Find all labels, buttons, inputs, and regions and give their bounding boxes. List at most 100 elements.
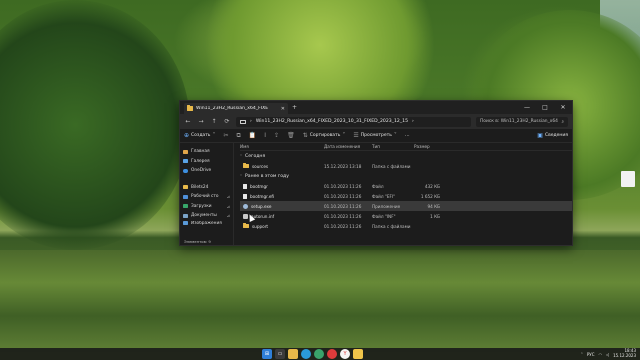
yandex-icon[interactable]: Y: [340, 349, 350, 359]
address-bar-row: ← → ↑ ⟳ › Win11_23H2_Russian_x64_FIXED_2…: [180, 114, 572, 129]
sidebar-item-label: Загрузки: [191, 203, 212, 209]
sidebar-item-documents[interactable]: Документы ⊿: [180, 211, 233, 221]
path-chevron-icon[interactable]: ›: [412, 119, 414, 124]
chevron-down-icon: ˅: [342, 131, 346, 139]
more-options-button[interactable]: ···: [405, 133, 410, 139]
group-header-earlier[interactable]: ˅ Ранее в этом году: [240, 172, 572, 181]
column-header-row: Имя Дата изменения Тип Размер: [240, 143, 572, 151]
file-type: Папка с файлами: [372, 163, 411, 169]
sidebar-item-label: Bilets24: [191, 184, 209, 190]
clock[interactable]: 18:43 15.12.2023: [613, 349, 636, 358]
file-row[interactable]: sources 15.12.2023 13:18 Папка с файлами: [240, 161, 572, 171]
copy-icon[interactable]: ⧉: [237, 132, 241, 139]
network-icon[interactable]: ◠: [599, 352, 603, 357]
paste-icon[interactable]: 📋: [249, 132, 256, 139]
up-button[interactable]: ↑: [210, 118, 218, 125]
sidebar-item-pictures[interactable]: Изображения: [180, 221, 233, 226]
sidebar-item-onedrive[interactable]: OneDrive: [180, 166, 233, 176]
explorer-icon[interactable]: [288, 349, 298, 359]
chat-icon[interactable]: [314, 349, 324, 359]
view-icon: ☰: [353, 131, 359, 139]
volume-icon[interactable]: ◁: [606, 352, 609, 357]
taskbar-apps: ⊞ ▭ Y: [262, 349, 363, 359]
share-icon[interactable]: ⇪: [274, 132, 279, 139]
back-button[interactable]: ←: [184, 118, 192, 125]
address-field[interactable]: › Win11_23H2_Russian_x64_FIXED_2023_10_3…: [236, 116, 471, 127]
rename-icon[interactable]: Ⅰ: [264, 132, 266, 139]
home-icon: [183, 149, 188, 154]
group-header-today[interactable]: ˅ Сегодня: [240, 152, 572, 161]
minimize-button[interactable]: —: [518, 101, 536, 114]
start-windows-icon[interactable]: ⊞: [262, 349, 272, 359]
tab-current-folder[interactable]: Win11_23H2_Russian_x64_FIXE ✕: [184, 103, 288, 114]
file-type: Файл "INF": [372, 213, 396, 219]
sidebar-item-downloads[interactable]: Загрузки ⊿: [180, 202, 233, 212]
clock-date: 15.12.2023: [613, 353, 636, 358]
file-icon: [243, 193, 247, 199]
view-label: Просмотреть: [360, 133, 392, 138]
sidebar-item-home[interactable]: Главная: [180, 147, 233, 157]
sort-label: Сортировать: [309, 133, 341, 138]
maximize-button[interactable]: □: [536, 101, 554, 114]
folder-icon: [243, 162, 249, 169]
delete-icon[interactable]: 🗑: [287, 132, 295, 139]
close-button[interactable]: ✕: [554, 101, 572, 114]
file-name: support: [252, 223, 269, 229]
file-row[interactable]: bootmgr 01.10.2023 11:26 Файл 432 КБ: [240, 181, 572, 191]
column-name[interactable]: Имя: [240, 144, 324, 149]
file-name: sources: [252, 163, 269, 169]
plus-circle-icon: ⊕: [184, 131, 190, 139]
tab-title: Win11_23H2_Russian_x64_FIXE: [196, 106, 269, 111]
file-date: 01.10.2023 11:26: [324, 223, 362, 229]
view-button[interactable]: ☰ Просмотреть ˅: [353, 131, 397, 139]
file-row[interactable]: autorun.inf 01.10.2023 11:26 Файл "INF" …: [240, 211, 572, 221]
search-input[interactable]: Поиск в: Win11_23H2_Russian_x64 ⌕: [476, 116, 568, 127]
file-row[interactable]: support 01.10.2023 11:26 Папка с файлами: [240, 221, 572, 231]
app-icon[interactable]: [353, 349, 363, 359]
file-date: 01.10.2023 11:26: [324, 203, 362, 209]
refresh-button[interactable]: ⟳: [223, 118, 231, 125]
new-tab-button[interactable]: +: [292, 104, 297, 111]
image-icon: [183, 221, 188, 225]
language-indicator[interactable]: РУС: [587, 352, 595, 357]
file-name-cell: support: [240, 222, 324, 229]
details-pane-button[interactable]: ▣ Сведения: [537, 132, 568, 139]
cloud-icon: [183, 168, 188, 173]
explorer-body: Главная Галерея OneDrive Bilets24 Рабочи…: [180, 143, 572, 245]
desktop-file-icon[interactable]: [621, 171, 635, 187]
chevron-down-icon: ˅: [212, 131, 216, 139]
cut-icon[interactable]: ✂: [223, 132, 228, 139]
column-date[interactable]: Дата изменения: [324, 144, 372, 149]
sidebar-item-desktop[interactable]: Рабочий сто ⊿: [180, 192, 233, 202]
file-size: 94 КБ: [427, 203, 440, 209]
sidebar-item-label: OneDrive: [191, 168, 212, 174]
column-type[interactable]: Тип: [372, 144, 414, 149]
file-type: Файл "EFI": [372, 193, 396, 199]
file-date: 01.10.2023 11:26: [324, 193, 362, 199]
file-type: Приложение: [372, 203, 401, 209]
sidebar-item-bilets24[interactable]: Bilets24: [180, 183, 233, 193]
sort-button[interactable]: ⇅ Сортировать ˅: [303, 131, 346, 139]
tab-close-icon[interactable]: ✕: [281, 106, 285, 112]
file-row-selected[interactable]: setup.exe 01.10.2023 11:26 Приложение 94…: [240, 201, 572, 211]
folder-icon: [243, 222, 249, 229]
taskbar: ⊞ ▭ Y ˄ РУС ◠ ◁ 18:43 15.12.2023: [0, 348, 640, 360]
taskview-icon[interactable]: ▭: [275, 349, 285, 359]
title-bar: Win11_23H2_Russian_x64_FIXE ✕ + — □ ✕: [180, 101, 572, 114]
tray-chevron-icon[interactable]: ˄: [581, 352, 583, 357]
document-icon: [183, 213, 188, 218]
sidebar-item-label: Галерея: [191, 158, 210, 164]
address-path: Win11_23H2_Russian_x64_FIXED_2023_10_31_…: [255, 119, 408, 124]
file-row[interactable]: bootmgr.efi 01.10.2023 11:26 Файл "EFI" …: [240, 191, 572, 201]
file-date: 01.10.2023 11:26: [324, 183, 362, 189]
file-date: 15.12.2023 13:18: [324, 163, 362, 169]
edge-icon[interactable]: [301, 349, 311, 359]
sidebar-item-label: Изображения: [191, 220, 222, 226]
download-icon: [183, 204, 188, 209]
column-size[interactable]: Размер: [414, 144, 440, 149]
sidebar-item-gallery[interactable]: Галерея: [180, 157, 233, 167]
create-button[interactable]: ⊕ Создать ˅: [184, 131, 216, 139]
folder-icon: [187, 105, 193, 111]
forward-button[interactable]: →: [197, 118, 205, 125]
browser-icon[interactable]: [327, 349, 337, 359]
